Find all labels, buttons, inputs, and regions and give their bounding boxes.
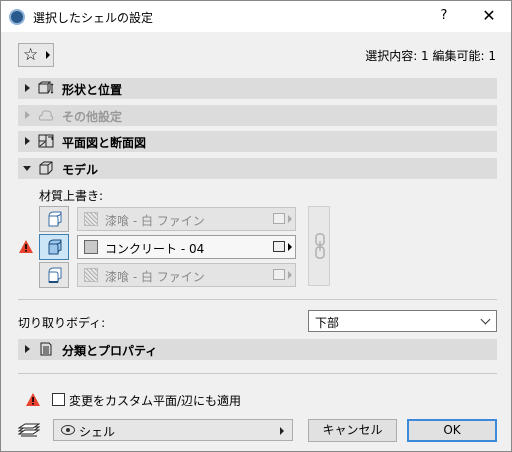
cut-body-value: 下部 [315, 316, 340, 330]
close-button[interactable]: ✕ [471, 3, 507, 29]
document-icon [40, 342, 52, 356]
arrow-right-icon [280, 427, 284, 435]
material-override-label: 材質上書き: [39, 189, 104, 203]
shell-surface-opposite-button[interactable] [39, 234, 69, 260]
shell-surface-icon [48, 211, 62, 227]
warning-icon [26, 393, 40, 406]
material-override-row-2[interactable]: コンクリート - 04 [77, 235, 296, 259]
expand-arrow-icon [25, 345, 30, 353]
divider [18, 299, 497, 300]
chain-link-icon [315, 233, 325, 259]
favorites-button[interactable]: ☆ [18, 43, 54, 67]
section-geometry[interactable]: 形状と位置 [18, 78, 497, 99]
image-icon [273, 241, 285, 252]
material-swatch [84, 268, 98, 282]
expand-arrow-icon [25, 111, 30, 119]
section-label: 平面図と断面図 [62, 136, 147, 150]
eye-icon [61, 425, 75, 435]
section-label: 形状と位置 [62, 83, 123, 97]
shell-edge-button[interactable] [39, 262, 69, 288]
warning-icon [19, 240, 33, 253]
shell-surface-icon [48, 239, 62, 255]
material-swatch [84, 240, 98, 254]
section-label: その他設定 [62, 110, 123, 124]
section-classification[interactable]: 分類とプロパティ [18, 339, 497, 360]
material-override-row-1[interactable]: 漆喰 - 白 ファイン [77, 207, 296, 231]
cut-body-select[interactable]: 下部 [308, 310, 497, 332]
apply-custom-faces-label[interactable]: 変更をカスタム平面/辺にも適用 [69, 392, 241, 409]
star-icon: ☆ [23, 45, 39, 65]
selection-info: 選択内容: 1 編集可能: 1 [365, 49, 496, 63]
section-other-settings: その他設定 [18, 105, 497, 126]
help-button[interactable]: ? [429, 3, 459, 29]
shell-edge-icon [48, 267, 62, 283]
material-name: 漆喰 - 白 ファイン [105, 214, 205, 228]
cancel-button[interactable]: キャンセル [308, 419, 397, 442]
shell-surface-reference-button[interactable] [39, 206, 69, 232]
model-icon [39, 161, 53, 175]
expand-arrow-icon [25, 84, 30, 92]
section-label: モデル [62, 163, 99, 177]
chevron-down-icon [480, 314, 491, 325]
arrow-right-icon [46, 51, 50, 59]
window-title: 選択したシェルの設定 [33, 11, 154, 25]
section-model[interactable]: モデル [18, 158, 497, 179]
image-icon [273, 269, 285, 280]
material-override-row-3[interactable]: 漆喰 - 白 ファイン [77, 263, 296, 287]
arrow-right-icon [288, 215, 292, 223]
geometry-icon [38, 81, 54, 94]
image-icon [273, 213, 285, 224]
material-name: 漆喰 - 白 ファイン [105, 270, 205, 284]
section-label: 分類とプロパティ [62, 344, 158, 358]
material-name: コンクリート - 04 [105, 242, 205, 256]
layers-icon [18, 423, 40, 437]
title-bar: 選択したシェルの設定 ? ✕ [1, 1, 511, 32]
ok-button[interactable]: OK [407, 419, 497, 442]
collapse-arrow-icon [23, 166, 31, 171]
arrow-right-icon [288, 271, 292, 279]
material-swatch [84, 212, 98, 226]
arrow-right-icon [288, 243, 292, 251]
section-floorplan-section[interactable]: 平面図と断面図 [18, 131, 497, 152]
cloud-icon [38, 110, 54, 121]
floorplan-icon [38, 134, 54, 148]
layer-select-button[interactable]: シェル [53, 419, 293, 441]
app-icon [9, 9, 25, 25]
layer-label: シェル [79, 425, 116, 439]
divider [18, 373, 497, 374]
link-materials-button[interactable] [308, 206, 330, 286]
apply-custom-faces-checkbox[interactable] [52, 393, 65, 406]
expand-arrow-icon [25, 137, 30, 145]
cut-body-label: 切り取りボディ: [18, 316, 106, 330]
dialog-window: 選択したシェルの設定 ? ✕ ☆ 選択内容: 1 編集可能: 1 形状と位置 そ… [0, 0, 512, 452]
